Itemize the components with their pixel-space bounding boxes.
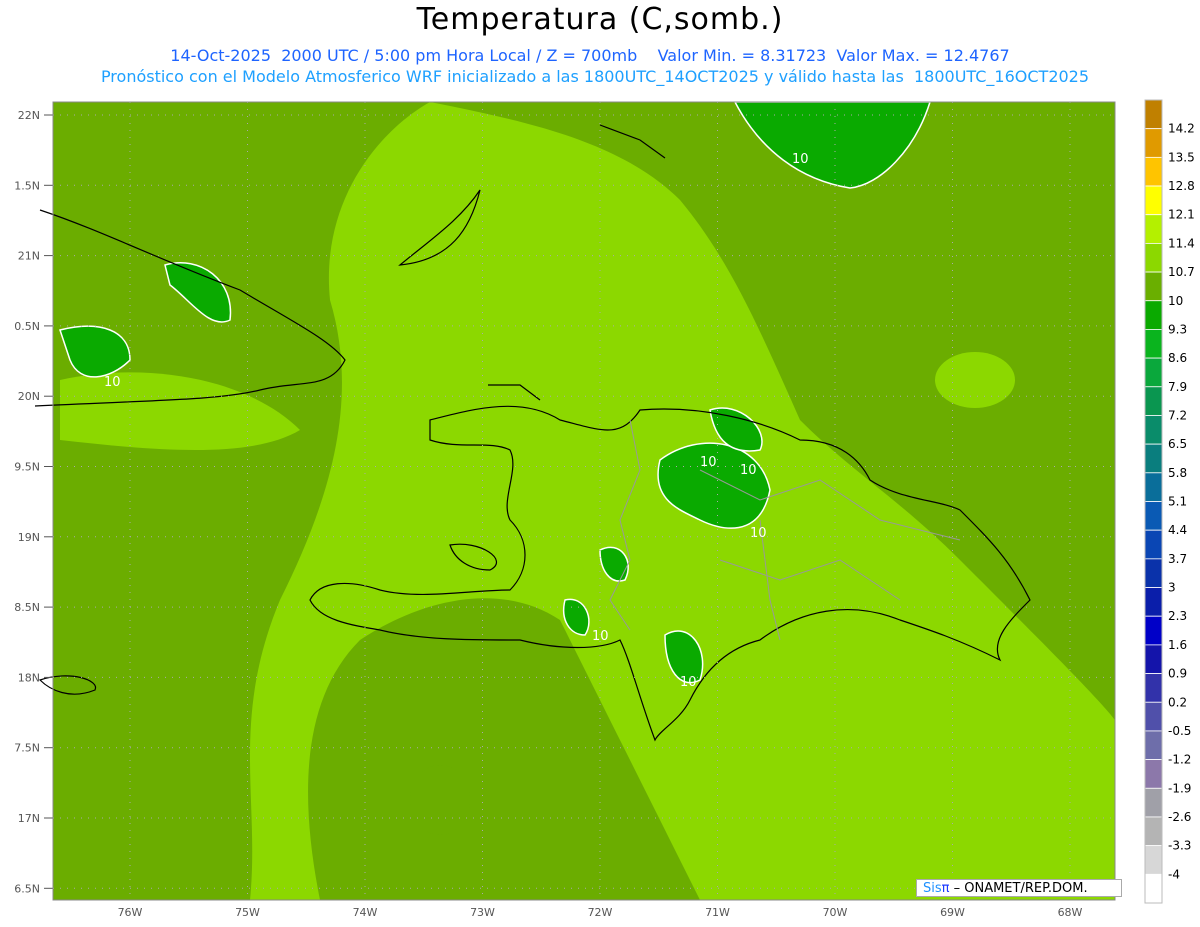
colorbar-label: 6.5 <box>1168 437 1187 451</box>
contour-label: 10 <box>792 152 809 167</box>
colorbar-label: 13.5 <box>1168 150 1195 164</box>
colorbar-bin <box>1144 787 1163 818</box>
colorbar-bin <box>1144 300 1163 330</box>
lat-label: 9.5N <box>14 461 40 474</box>
lon-label: 74W <box>353 906 378 919</box>
colorbar-bin <box>1144 99 1163 130</box>
lat-label: 1.5N <box>14 179 40 192</box>
colorbar-label: -0.5 <box>1168 724 1191 738</box>
colorbar-bin <box>1144 816 1163 847</box>
colorbar-bin <box>1144 529 1163 560</box>
colorbar-bin <box>1144 644 1163 674</box>
colorbar-label: 3.7 <box>1168 552 1187 566</box>
colorbar-bin <box>1144 128 1163 158</box>
colorbar-label: 9.3 <box>1168 322 1187 336</box>
colorbar-bin <box>1144 501 1163 531</box>
colorbar-bin <box>1144 615 1163 646</box>
colorbar-label: 11.4 <box>1168 236 1195 250</box>
credit-org: – ONAMET/REP.DOM. <box>949 881 1088 896</box>
contour-label: 10 <box>740 463 757 478</box>
colorbar-label: 10 <box>1168 294 1183 308</box>
colorbar-bin <box>1144 673 1163 703</box>
colorbar-bin <box>1144 759 1163 789</box>
colorbar-label: 10.7 <box>1168 265 1195 279</box>
colorbar-bin <box>1144 214 1163 244</box>
contour-label: 10 <box>700 455 717 470</box>
lat-label: 0.5N <box>14 320 40 333</box>
valid-time-line: 14-Oct-2025 2000 UTC / 5:00 pm Hora Loca… <box>170 46 1010 65</box>
lat-label: 19N <box>18 531 40 544</box>
lat-label: 18N <box>18 671 40 684</box>
colorbar-bin <box>1144 185 1163 216</box>
colorbar-bin <box>1144 357 1163 388</box>
colorbar-label: 1.6 <box>1168 638 1187 652</box>
colorbar-label: 5.1 <box>1168 495 1187 509</box>
contour-label: 10 <box>750 526 767 541</box>
colorbar-label: -4 <box>1168 867 1180 881</box>
colorbar-label: 2.3 <box>1168 609 1187 623</box>
colorbar-bin <box>1144 415 1163 445</box>
colorbar-label: 4.4 <box>1168 523 1187 537</box>
lon-label: 75W <box>235 906 260 919</box>
colorbar-label: 12.8 <box>1168 179 1195 193</box>
lon-label: 72W <box>588 906 613 919</box>
temperature-map: 10 10 10 10 10 10 10 22N 1.5N 21N 0.5N 20N 9.… <box>14 99 1195 919</box>
colorbar: 14.2 13.5 12.8 12.1 11.4 10.7 10 9.3 8.6 7.9 7.2 6.… <box>1144 99 1195 904</box>
contour-label: 10 <box>104 375 121 390</box>
colorbar-label: 0.2 <box>1168 695 1187 709</box>
colorbar-label: -1.9 <box>1168 781 1191 795</box>
map-plot-area: 10 10 10 10 10 10 10 <box>34 101 1115 900</box>
lat-label: 8.5N <box>14 601 40 614</box>
colorbar-label: 8.6 <box>1168 351 1187 365</box>
colorbar-bin <box>1144 472 1163 502</box>
contour-label: 10 <box>680 675 697 690</box>
colorbar-bin <box>1144 156 1163 187</box>
warm-region <box>935 352 1015 408</box>
map-title: Temperatura (C,somb.) <box>416 2 784 37</box>
colorbar-label: 7.2 <box>1168 408 1187 422</box>
credit-box: Sisπ – ONAMET/REP.DOM. <box>916 879 1122 897</box>
lon-label: 70W <box>823 906 848 919</box>
colorbar-bin <box>1144 329 1163 359</box>
colorbar-bin <box>1144 558 1163 588</box>
colorbar-bin <box>1144 730 1163 761</box>
colorbar-bin <box>1144 242 1163 273</box>
colorbar-bin <box>1144 845 1163 875</box>
colorbar-label: -3.3 <box>1168 839 1191 853</box>
lon-label: 73W <box>470 906 495 919</box>
colorbar-label: -1.2 <box>1168 753 1191 767</box>
colorbar-bin <box>1144 271 1163 302</box>
lon-label: 71W <box>705 906 730 919</box>
colorbar-bin <box>1144 701 1163 732</box>
colorbar-bin <box>1144 386 1163 416</box>
colorbar-label: 14.2 <box>1168 122 1195 136</box>
colorbar-label: 7.9 <box>1168 380 1187 394</box>
colorbar-label: 5.8 <box>1168 466 1187 480</box>
credit-sis: Sis <box>923 881 942 896</box>
colorbar-bin <box>1144 587 1163 617</box>
lat-label: 17N <box>18 812 40 825</box>
lat-label: 22N <box>18 109 40 122</box>
lat-label: 21N <box>18 250 40 263</box>
colorbar-bin <box>1144 443 1163 474</box>
colorbar-label: 12.1 <box>1168 208 1195 222</box>
colorbar-label: -2.6 <box>1168 810 1191 824</box>
colorbar-label: 0.9 <box>1168 667 1187 681</box>
cool-region <box>410 765 470 835</box>
lon-label: 69W <box>940 906 965 919</box>
lat-label: 20N <box>18 390 40 403</box>
model-info-line: Pronóstico con el Modelo Atmosferico WRF… <box>100 67 1090 86</box>
lat-label: 6.5N <box>14 882 40 895</box>
lat-label: 7.5N <box>14 742 40 755</box>
lon-label: 76W <box>118 906 143 919</box>
colorbar-bin <box>1144 873 1163 904</box>
colorbar-label: 3 <box>1168 581 1176 595</box>
lon-label: 68W <box>1058 906 1083 919</box>
